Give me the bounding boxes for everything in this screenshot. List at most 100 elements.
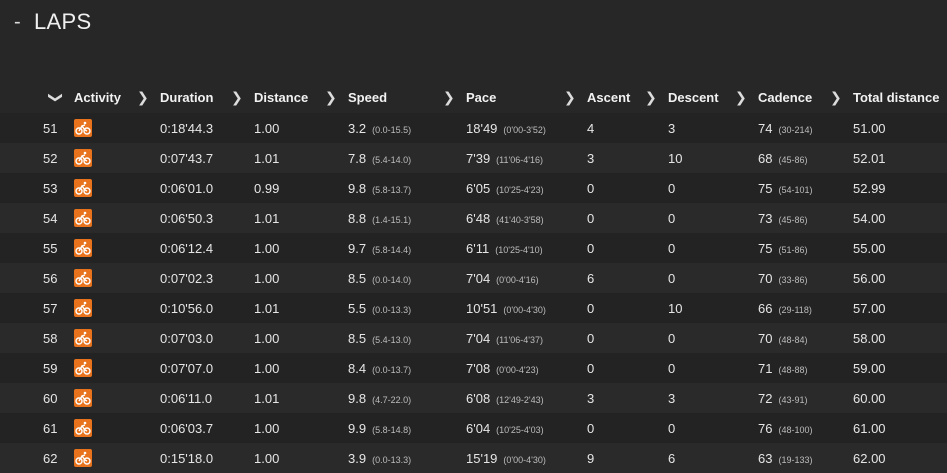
cell-ascent: 3 [587, 391, 594, 406]
cell-descent: 0 [668, 241, 675, 256]
cell-lap: 55 [43, 241, 57, 256]
cell-speed-value: 5.5 [348, 301, 367, 316]
cell-descent: 0 [668, 211, 675, 226]
cell-lap: 57 [43, 301, 57, 316]
cell-cadence-value: 75 [758, 181, 773, 196]
table-row[interactable]: 57 0:10'56.0 1.01 5.5 (0.0-13.3) 10'51 (0'00-4… [0, 293, 947, 323]
cell-pace-value: 6'11 [466, 241, 490, 256]
header-cadence[interactable]: Cadence [758, 90, 812, 105]
cell-duration-value: 0:06'50.3 [160, 211, 214, 226]
cell-total-distance: 55.00 [853, 241, 886, 256]
cell-total-distance: 59.00 [853, 361, 886, 376]
table-row[interactable]: 59 0:07'07.0 1.00 8.4 (0.0-13.7) 7'08 (0'00-4'… [0, 353, 947, 383]
cell-total-distance: 62.00 [853, 451, 886, 466]
cell-pace-range: (0'00-4'16) [496, 275, 539, 285]
table-row[interactable]: 56 0:07'02.3 1.00 8.5 (0.0-14.0) 7'04 (0'00-4'… [0, 263, 947, 293]
laps-table: ❯ Activity ❯ Duration ❯ Distance ❯ Speed… [0, 83, 947, 473]
header-pace[interactable]: Pace [466, 90, 496, 105]
cell-total-distance: 61.00 [853, 421, 886, 436]
table-row[interactable]: 52 0:07'43.7 1.01 7.8 (5.4-14.0) 7'39 (11'06-4… [0, 143, 947, 173]
chevron-right-icon[interactable]: ❯ [231, 89, 243, 106]
cell-total-distance: 54.00 [853, 211, 886, 226]
laps-section-header[interactable]: - LAPS [14, 8, 91, 36]
cell-total-distance-value: 57.00 [853, 301, 886, 316]
cycling-icon [74, 329, 92, 347]
cell-duration-value: 0:07'43.7 [160, 151, 214, 166]
header-speed[interactable]: Speed [348, 90, 387, 105]
cell-descent-value: 0 [668, 421, 676, 436]
table-row[interactable]: 60 0:06'11.0 1.01 9.8 (4.7-22.0) 6'08 (12'49-2… [0, 383, 947, 413]
header-ascent[interactable]: Ascent [587, 90, 630, 105]
cycling-icon [74, 449, 92, 467]
expand-all-chevron-icon[interactable]: ❯ [47, 92, 64, 104]
table-row[interactable]: 51 0:18'44.3 1.00 3.2 (0.0-15.5) 18'49 (0'00-3… [0, 113, 947, 143]
cell-cadence-range: (48-84) [778, 335, 808, 345]
cell-total-distance-value: 59.00 [853, 361, 886, 376]
cell-pace-value: 7'08 [466, 361, 491, 376]
cell-cadence-range: (51-86) [778, 245, 808, 255]
table-row[interactable]: 55 0:06'12.4 1.00 9.7 (5.8-14.4) 6'11 (10'25-4… [0, 233, 947, 263]
table-row[interactable]: 54 0:06'50.3 1.01 8.8 (1.4-15.1) 6'48 (41'40-3… [0, 203, 947, 233]
cell-speed-range: (0.0-13.3) [372, 305, 412, 315]
cell-distance: 1.00 [254, 451, 279, 466]
cell-pace-value: 10'51 [466, 301, 498, 316]
cell-pace-range: (10'25-4'23) [496, 185, 544, 195]
cell-lap-value: 61 [43, 421, 58, 436]
cell-distance: 0.99 [254, 181, 279, 196]
cell-pace-range: (10'25-4'03) [496, 425, 544, 435]
chevron-right-icon[interactable]: ❯ [735, 89, 747, 106]
cell-pace-range: (11'06-4'37) [496, 335, 543, 345]
section-title: LAPS [34, 9, 92, 34]
table-row[interactable]: 53 0:06'01.0 0.99 9.8 (5.8-13.7) 6'05 (10'25-4… [0, 173, 947, 203]
cell-pace: 7'39 (11'06-4'16) [466, 151, 543, 166]
cell-descent: 0 [668, 421, 675, 436]
cell-total-distance-value: 54.00 [853, 211, 886, 226]
cell-ascent-value: 0 [587, 421, 595, 436]
cell-duration: 0:18'44.3 [160, 121, 213, 136]
cell-lap: 62 [43, 451, 57, 466]
cell-descent-value: 0 [668, 241, 676, 256]
cell-speed: 8.5 (0.0-14.0) [348, 271, 411, 286]
cell-cadence-value: 70 [758, 331, 773, 346]
cycling-icon [74, 179, 92, 197]
cell-cadence: 75 (51-86) [758, 241, 807, 256]
chevron-right-icon[interactable]: ❯ [443, 89, 455, 106]
chevron-right-icon[interactable]: ❯ [564, 89, 576, 106]
cell-pace-range: (12'49-2'43) [496, 395, 544, 405]
chevron-right-icon[interactable]: ❯ [325, 89, 337, 106]
cell-pace-value: 7'04 [466, 331, 491, 346]
table-row[interactable]: 58 0:07'03.0 1.00 8.5 (5.4-13.0) 7'04 (11'06-4… [0, 323, 947, 353]
cell-cadence: 74 (30-214) [758, 121, 813, 136]
header-activity[interactable]: Activity [74, 90, 121, 105]
cell-cadence: 71 (48-88) [758, 361, 807, 376]
chevron-right-icon[interactable]: ❯ [645, 89, 657, 106]
cell-ascent-value: 0 [587, 241, 595, 256]
cell-speed-range: (0.0-15.5) [372, 125, 412, 135]
cell-speed-range: (5.4-13.0) [372, 335, 412, 345]
cell-ascent-value: 0 [587, 361, 595, 376]
chevron-right-icon[interactable]: ❯ [830, 89, 842, 106]
cell-lap-value: 56 [43, 271, 58, 286]
cell-ascent: 0 [587, 331, 594, 346]
cell-distance: 1.00 [254, 121, 279, 136]
header-descent[interactable]: Descent [668, 90, 719, 105]
cell-speed: 9.9 (5.8-14.8) [348, 421, 411, 436]
cell-total-distance-value: 62.00 [853, 451, 886, 466]
cell-speed-value: 9.8 [348, 181, 367, 196]
collapse-toggle[interactable]: - [14, 8, 32, 36]
header-duration[interactable]: Duration [160, 90, 213, 105]
header-total-distance[interactable]: Total distance [853, 90, 939, 105]
cell-speed: 9.8 (5.8-13.7) [348, 181, 411, 196]
cell-lap: 60 [43, 391, 57, 406]
header-distance[interactable]: Distance [254, 90, 308, 105]
cell-duration-value: 0:06'11.0 [160, 391, 213, 406]
cell-speed: 9.7 (5.8-14.4) [348, 241, 411, 256]
cell-duration-value: 0:07'07.0 [160, 361, 214, 376]
cell-total-distance: 52.99 [853, 181, 886, 196]
table-row[interactable]: 61 0:06'03.7 1.00 9.9 (5.8-14.8) 6'04 (10'25-4… [0, 413, 947, 443]
cycling-icon [74, 419, 92, 437]
chevron-right-icon[interactable]: ❯ [137, 89, 149, 106]
table-row[interactable]: 62 0:15'18.0 1.00 3.9 (0.0-13.3) 15'19 (0'00-4… [0, 443, 947, 473]
cell-cadence-value: 74 [758, 121, 773, 136]
cell-speed-value: 3.9 [348, 451, 367, 466]
